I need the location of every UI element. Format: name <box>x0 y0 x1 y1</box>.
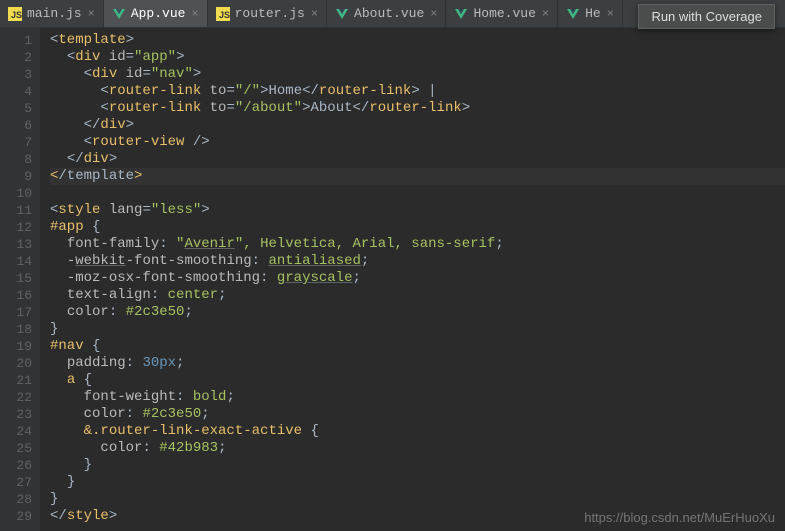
line-number: 24 <box>4 423 32 440</box>
editor-tab-3[interactable]: About.vue × <box>327 0 446 27</box>
code-line[interactable]: -moz-osx-font-smoothing: grayscale; <box>50 270 785 287</box>
line-number: 17 <box>4 304 32 321</box>
code-line[interactable]: color: #42b983; <box>50 440 785 457</box>
editor-tab-1[interactable]: App.vue × <box>104 0 208 27</box>
close-icon[interactable]: × <box>542 7 549 21</box>
line-number: 16 <box>4 287 32 304</box>
code-line[interactable]: </template> <box>50 168 785 185</box>
js-file-icon: JS <box>8 7 22 21</box>
line-number: 28 <box>4 491 32 508</box>
code-line[interactable]: } <box>50 491 785 508</box>
line-number: 25 <box>4 440 32 457</box>
code-line[interactable]: } <box>50 457 785 474</box>
line-number: 21 <box>4 372 32 389</box>
line-number: 15 <box>4 270 32 287</box>
line-number: 11 <box>4 202 32 219</box>
line-number: 19 <box>4 338 32 355</box>
code-line[interactable] <box>50 185 785 202</box>
editor-tab-4[interactable]: Home.vue × <box>446 0 558 27</box>
line-number: 6 <box>4 117 32 134</box>
line-number: 1 <box>4 32 32 49</box>
code-line[interactable]: <div id="nav"> <box>50 66 785 83</box>
line-number: 22 <box>4 389 32 406</box>
tab-label: main.js <box>27 6 82 21</box>
code-line[interactable]: #app { <box>50 219 785 236</box>
code-line[interactable]: <router-view /> <box>50 134 785 151</box>
tab-label: router.js <box>235 6 305 21</box>
close-icon[interactable]: × <box>430 7 437 21</box>
tab-label: Home.vue <box>473 6 535 21</box>
line-number: 10 <box>4 185 32 202</box>
editor-tab-5[interactable]: He × <box>558 0 623 27</box>
svg-text:JS: JS <box>11 10 22 20</box>
vue-file-icon <box>335 7 349 21</box>
line-number: 13 <box>4 236 32 253</box>
close-icon[interactable]: × <box>191 7 198 21</box>
line-number: 4 <box>4 83 32 100</box>
line-number: 5 <box>4 100 32 117</box>
line-number: 2 <box>4 49 32 66</box>
line-number: 14 <box>4 253 32 270</box>
line-number: 23 <box>4 406 32 423</box>
line-number: 7 <box>4 134 32 151</box>
close-icon[interactable]: × <box>311 7 318 21</box>
code-line[interactable]: </div> <box>50 117 785 134</box>
line-number: 18 <box>4 321 32 338</box>
code-line[interactable]: <router-link to="/about">About</router-l… <box>50 100 785 117</box>
close-icon[interactable]: × <box>607 7 614 21</box>
line-number: 20 <box>4 355 32 372</box>
tab-label: App.vue <box>131 6 186 21</box>
code-line[interactable]: #nav { <box>50 338 785 355</box>
code-line[interactable]: text-align: center; <box>50 287 785 304</box>
tab-label: He <box>585 6 601 21</box>
code-line[interactable]: -webkit-font-smoothing: antialiased; <box>50 253 785 270</box>
code-area[interactable]: <template> <div id="app"> <div id="nav">… <box>40 28 785 531</box>
line-number: 12 <box>4 219 32 236</box>
code-line[interactable]: font-family: "Avenir", Helvetica, Arial,… <box>50 236 785 253</box>
close-icon[interactable]: × <box>88 7 95 21</box>
tab-label: About.vue <box>354 6 424 21</box>
line-number: 3 <box>4 66 32 83</box>
run-coverage-tooltip[interactable]: Run with Coverage <box>638 4 775 29</box>
line-number: 8 <box>4 151 32 168</box>
code-line[interactable]: color: #2c3e50; <box>50 304 785 321</box>
vue-file-icon <box>454 7 468 21</box>
code-line[interactable]: a { <box>50 372 785 389</box>
vue-file-icon <box>566 7 580 21</box>
code-line[interactable]: } <box>50 474 785 491</box>
vue-file-icon <box>112 7 126 21</box>
svg-text:JS: JS <box>219 10 230 20</box>
code-editor[interactable]: 1234567891011121314151617181920212223242… <box>0 28 785 531</box>
line-number: 9 <box>4 168 32 185</box>
line-gutter: 1234567891011121314151617181920212223242… <box>0 28 40 531</box>
code-line[interactable]: <style lang="less"> <box>50 202 785 219</box>
code-line[interactable]: <template> <box>50 32 785 49</box>
code-line[interactable]: } <box>50 321 785 338</box>
js-file-icon: JS <box>216 7 230 21</box>
code-line[interactable]: </div> <box>50 151 785 168</box>
code-line[interactable]: font-weight: bold; <box>50 389 785 406</box>
line-number: 29 <box>4 508 32 525</box>
line-number: 26 <box>4 457 32 474</box>
code-line[interactable]: color: #2c3e50; <box>50 406 785 423</box>
code-line[interactable]: <div id="app"> <box>50 49 785 66</box>
code-line[interactable]: <router-link to="/">Home</router-link> | <box>50 83 785 100</box>
editor-tab-0[interactable]: JS main.js × <box>0 0 104 27</box>
line-number: 27 <box>4 474 32 491</box>
code-line[interactable]: &.router-link-exact-active { <box>50 423 785 440</box>
watermark: https://blog.csdn.net/MuErHuoXu <box>584 510 775 525</box>
editor-tab-2[interactable]: JS router.js × <box>208 0 327 27</box>
code-line[interactable]: padding: 30px; <box>50 355 785 372</box>
